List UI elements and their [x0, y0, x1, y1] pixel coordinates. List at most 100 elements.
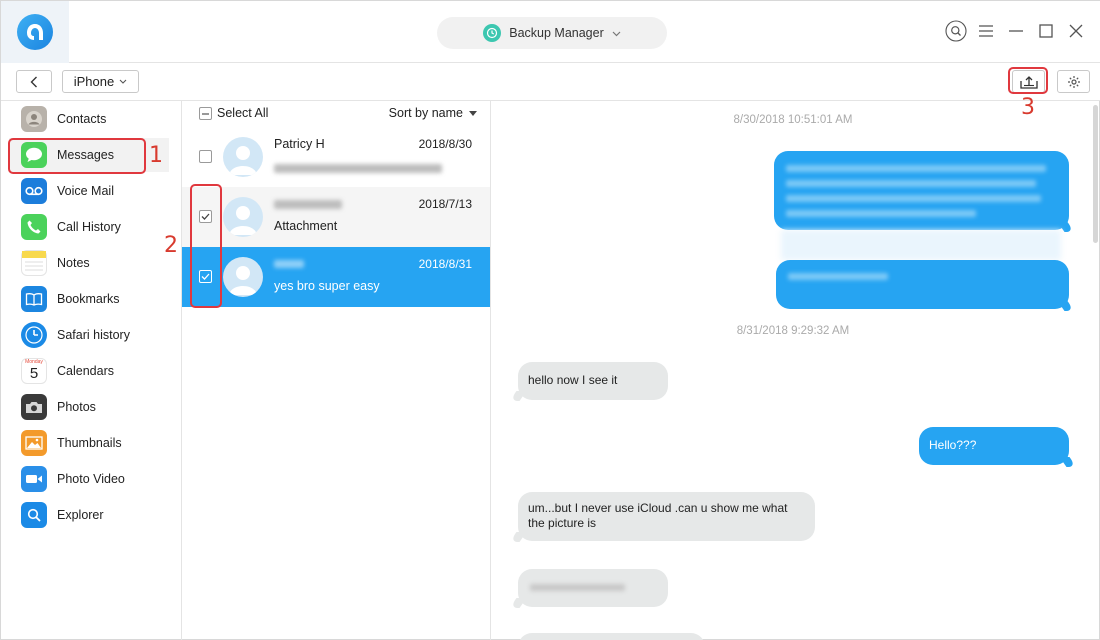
- message-date: 2018/7/13: [418, 197, 472, 211]
- incoming-message-bubble: [518, 569, 668, 607]
- sidebar-item-label: Safari history: [57, 328, 130, 342]
- message-text: Hello???: [929, 438, 977, 452]
- sidebar-item-safari-history[interactable]: Safari history: [9, 318, 169, 352]
- sidebar-item-messages[interactable]: Messages: [9, 138, 169, 172]
- explorer-icon: [21, 502, 47, 528]
- sidebar-item-notes[interactable]: Notes: [9, 246, 169, 280]
- close-button[interactable]: [1065, 20, 1087, 42]
- incoming-message-bubble: um...but I never use iCloud .can u show …: [518, 492, 815, 541]
- avatar: [223, 257, 263, 297]
- blurred-attachment: [781, 230, 1061, 260]
- category-sidebar: Contacts Messages Voice Mail Call Histor…: [1, 101, 182, 640]
- bubble-tail: [1057, 301, 1075, 311]
- incoming-message-bubble: hello now I see it: [518, 362, 668, 400]
- safari-icon: [21, 322, 47, 348]
- sort-label: Sort by name: [388, 106, 463, 120]
- message-snippet: yes bro super easy: [274, 279, 380, 293]
- blurred-contact-name: [274, 260, 304, 268]
- sidebar-item-calendars[interactable]: Monday 5 Calendars: [9, 354, 169, 388]
- sidebar-item-photo-video[interactable]: Photo Video: [9, 462, 169, 496]
- sidebar-item-thumbnails[interactable]: Thumbnails: [9, 426, 169, 460]
- calendar-day-text: 5: [29, 365, 39, 382]
- device-name: iPhone: [73, 74, 115, 89]
- select-all-checkbox[interactable]: [199, 107, 212, 120]
- messages-icon: [21, 142, 47, 168]
- caret-down-icon: [469, 110, 477, 116]
- list-item[interactable]: 2018/8/31 yes bro super easy: [182, 247, 490, 307]
- back-button[interactable]: [16, 70, 52, 93]
- select-all-label[interactable]: Select All: [217, 106, 268, 120]
- sidebar-item-label: Contacts: [57, 112, 107, 126]
- sidebar-item-voicemail[interactable]: Voice Mail: [9, 174, 169, 208]
- notes-icon: [21, 250, 47, 276]
- scrollbar-thumb[interactable]: [1093, 105, 1098, 243]
- blurred-snippet: [274, 164, 442, 173]
- chat-pane: 8/30/2018 10:51:01 AM 8/31/2018 9:29:32 …: [491, 101, 1099, 640]
- sidebar-item-bookmarks[interactable]: Bookmarks: [9, 282, 169, 316]
- row-checkbox[interactable]: [199, 210, 212, 223]
- outgoing-message-bubble: [774, 151, 1069, 230]
- contacts-icon: [21, 106, 47, 132]
- chevron-down-icon: [612, 26, 621, 40]
- chat-timestamp: 8/31/2018 9:29:32 AM: [736, 325, 850, 337]
- blurred-line: [788, 273, 888, 280]
- sidebar-item-label: Bookmarks: [57, 292, 120, 306]
- camera-icon: [21, 394, 47, 420]
- sidebar-item-label: Photos: [57, 400, 96, 414]
- chat-timestamp: 8/30/2018 10:51:01 AM: [733, 114, 853, 126]
- close-icon: [1069, 24, 1083, 38]
- sidebar-item-explorer[interactable]: Explorer: [9, 498, 169, 532]
- outgoing-message-bubble: Hello???: [919, 427, 1069, 465]
- bubble-tail: [1059, 457, 1077, 467]
- chevron-down-icon: [119, 79, 127, 84]
- maximize-button[interactable]: [1035, 20, 1057, 42]
- app-logo-icon: [17, 14, 53, 50]
- message-date: 2018/8/31: [418, 257, 472, 271]
- chevron-left-icon: [30, 76, 37, 87]
- blurred-line: [786, 195, 1041, 202]
- sidebar-item-label: Voice Mail: [57, 184, 114, 198]
- menu-button[interactable]: [975, 20, 997, 42]
- chat-scrollbar[interactable]: [1091, 101, 1099, 640]
- list-header: Select All Sort by name: [182, 101, 491, 126]
- sidebar-item-label: Thumbnails: [57, 436, 122, 450]
- voicemail-icon: [21, 178, 47, 204]
- backup-manager-dropdown[interactable]: Backup Manager: [437, 17, 667, 49]
- phone-icon: [21, 214, 47, 240]
- avatar: [223, 197, 263, 237]
- title-bar: Backup Manager: [1, 1, 1100, 63]
- thumbnails-icon: [21, 430, 47, 456]
- list-item[interactable]: Patricy H 2018/8/30: [182, 127, 490, 187]
- row-checkbox[interactable]: [199, 270, 212, 283]
- settings-button[interactable]: [1057, 70, 1090, 93]
- minimize-icon: [1009, 30, 1023, 32]
- minimize-button[interactable]: [1005, 20, 1027, 42]
- sidebar-item-label: Calendars: [57, 364, 114, 378]
- toolbar: iPhone: [1, 63, 1100, 101]
- export-to-pc-button[interactable]: [1012, 70, 1045, 93]
- row-checkbox[interactable]: [199, 150, 212, 163]
- contact-name: Patricy H: [274, 137, 325, 151]
- message-snippet: Attachment: [274, 219, 338, 233]
- sidebar-item-label: Messages: [57, 148, 114, 162]
- device-selector[interactable]: iPhone: [62, 70, 139, 93]
- message-text: hello now I see it: [528, 373, 618, 387]
- sidebar-item-call-history[interactable]: Call History: [9, 210, 169, 244]
- message-date: 2018/8/30: [418, 137, 472, 151]
- avatar: [223, 137, 263, 177]
- maximize-icon: [1039, 24, 1053, 38]
- sidebar-item-contacts[interactable]: Contacts: [9, 102, 169, 136]
- sort-dropdown[interactable]: Sort by name: [389, 106, 477, 120]
- backup-clock-icon: [483, 24, 502, 42]
- list-item[interactable]: 2018/7/13 Attachment: [182, 187, 490, 247]
- app-logo-area: [1, 1, 69, 63]
- message-text: um...but I never use iCloud .can u show …: [528, 501, 788, 530]
- export-icon: [1019, 75, 1038, 89]
- search-button[interactable]: [945, 20, 967, 42]
- backup-manager-label: Backup Manager: [509, 26, 604, 40]
- video-icon: [21, 466, 47, 492]
- search-icon: [945, 20, 967, 42]
- blurred-line: [530, 584, 625, 591]
- sidebar-item-photos[interactable]: Photos: [9, 390, 169, 424]
- conversation-list: Select All Sort by name Patricy H 2018/8…: [182, 101, 491, 640]
